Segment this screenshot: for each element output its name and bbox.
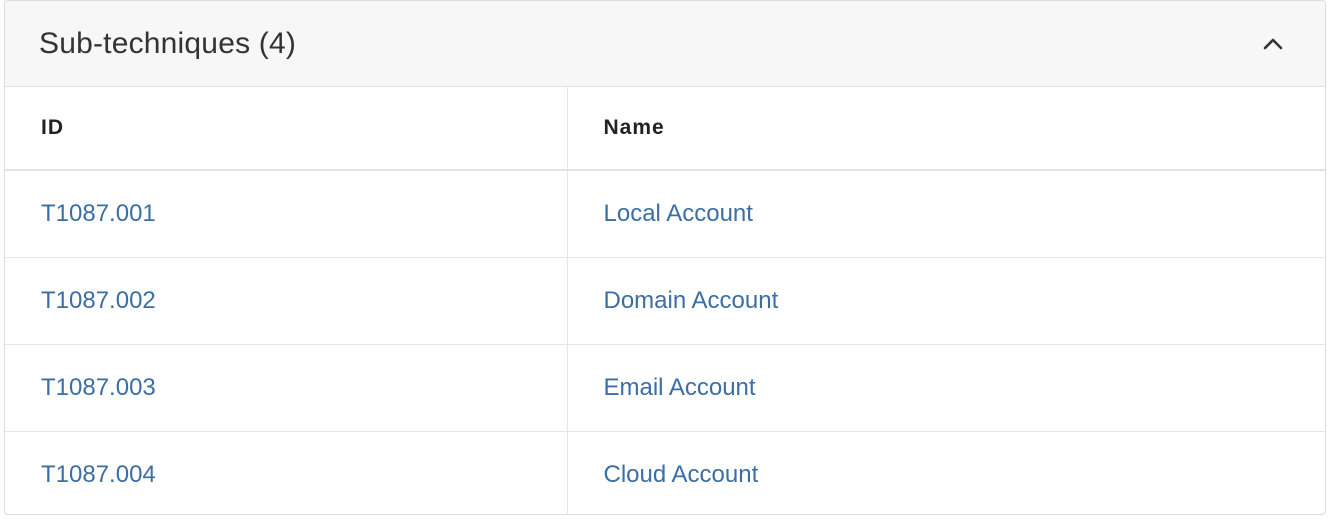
panel-header[interactable]: Sub-techniques (4) — [5, 1, 1325, 87]
id-cell: T1087.001 — [5, 170, 567, 258]
sub-techniques-panel: Sub-techniques (4) ID Name T1087.001 Loc… — [4, 0, 1326, 515]
technique-name-link[interactable]: Email Account — [604, 374, 756, 401]
collapse-button[interactable] — [1253, 24, 1293, 64]
panel-title: Sub-techniques (4) — [39, 26, 297, 60]
chevron-up-icon — [1263, 38, 1283, 49]
technique-id-link[interactable]: T1087.002 — [41, 287, 156, 314]
column-header-id: ID — [5, 87, 567, 171]
name-cell: Local Account — [566, 170, 1325, 258]
name-cell: Domain Account — [566, 257, 1325, 345]
name-cell: Cloud Account — [566, 431, 1325, 514]
id-cell: T1087.003 — [5, 344, 567, 432]
technique-name-link[interactable]: Domain Account — [604, 287, 779, 314]
technique-name-link[interactable]: Local Account — [604, 200, 753, 227]
id-cell: T1087.004 — [5, 431, 567, 514]
table-row: T1087.001 Local Account — [5, 170, 1325, 258]
technique-name-link[interactable]: Cloud Account — [604, 461, 759, 488]
table-row: T1087.003 Email Account — [5, 344, 1325, 432]
technique-id-link[interactable]: T1087.004 — [41, 461, 156, 488]
column-header-name: Name — [566, 87, 1325, 171]
name-cell: Email Account — [566, 344, 1325, 432]
table-row: T1087.002 Domain Account — [5, 257, 1325, 345]
table-row: T1087.004 Cloud Account — [5, 431, 1325, 514]
table-header-row: ID Name — [5, 87, 1325, 171]
technique-id-link[interactable]: T1087.003 — [41, 374, 156, 401]
sub-techniques-table: ID Name T1087.001 Local Account T1087.00… — [5, 87, 1325, 514]
technique-id-link[interactable]: T1087.001 — [41, 200, 156, 227]
id-cell: T1087.002 — [5, 257, 567, 345]
